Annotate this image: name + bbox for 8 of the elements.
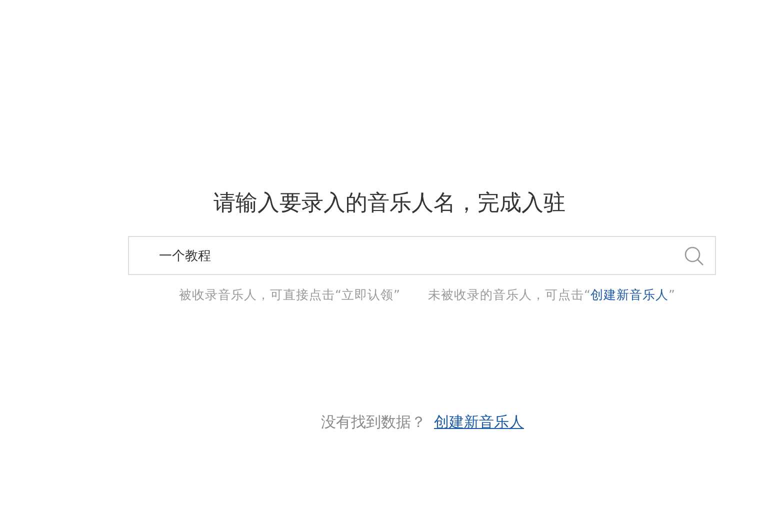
hint-text: 被收录音乐人，可直接点击“立即认领”: [179, 287, 400, 304]
hint-text: 未被收录的音乐人，可点击“创建新音乐人”: [428, 287, 675, 304]
create-musician-link[interactable]: 创建新音乐人: [590, 287, 668, 302]
empty-message: 没有找到数据？: [321, 413, 426, 432]
page-title: 请输入要录入的音乐人名，完成入驻: [214, 190, 566, 218]
search-icon[interactable]: [684, 246, 704, 266]
search-field[interactable]: 一个教程: [128, 236, 716, 275]
create-musician-link[interactable]: 创建新音乐人: [434, 413, 524, 432]
